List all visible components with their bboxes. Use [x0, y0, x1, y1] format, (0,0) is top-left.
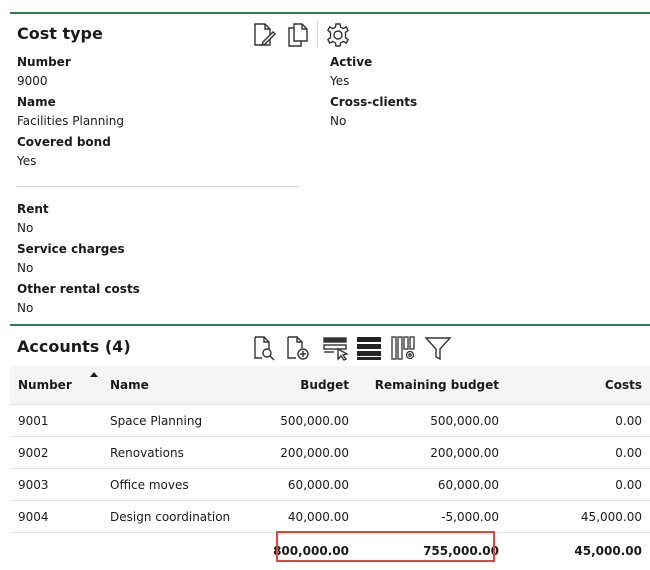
accounts-title: Accounts (4) — [17, 337, 131, 356]
account-remaining-budget: -5,000.00 — [357, 500, 507, 533]
highlight-rows-icon[interactable] — [322, 335, 350, 361]
account-name: Renovations — [102, 436, 252, 469]
rent-value: No — [17, 221, 34, 235]
section-top-border — [10, 12, 650, 14]
fields-divider — [17, 186, 298, 187]
rows-icon[interactable] — [355, 335, 383, 361]
accounts-top-border — [10, 324, 650, 326]
account-budget: 500,000.00 — [252, 404, 357, 437]
totals-empty-cell — [102, 533, 252, 570]
account-budget: 40,000.00 — [252, 500, 357, 533]
account-name: Space Planning — [102, 404, 252, 437]
column-header-name[interactable]: Name — [102, 366, 252, 405]
total-budget: 800,000.00 — [273, 544, 349, 558]
table-row[interactable]: 9004 Design coordination 40,000.00 -5,00… — [10, 500, 650, 533]
account-remaining-budget: 60,000.00 — [357, 468, 507, 501]
toolbar-separator — [317, 20, 318, 48]
cross-clients-label: Cross-clients — [330, 95, 418, 109]
add-document-icon[interactable] — [285, 335, 311, 361]
copy-document-icon[interactable] — [286, 22, 310, 48]
name-label: Name — [17, 95, 56, 109]
account-number: 9004 — [10, 500, 102, 533]
service-charges-value: No — [17, 261, 34, 275]
active-value: Yes — [330, 74, 350, 88]
other-rental-costs-label: Other rental costs — [17, 282, 140, 296]
account-budget: 60,000.00 — [252, 468, 357, 501]
account-number: 9002 — [10, 436, 102, 469]
account-name: Office moves — [102, 468, 252, 501]
account-costs: 0.00 — [507, 468, 650, 501]
search-document-icon[interactable] — [252, 335, 276, 361]
account-name: Design coordination — [102, 500, 252, 533]
accounts-table: Number Name Budget Remaining budget Cost… — [10, 366, 650, 569]
table-row[interactable]: 9003 Office moves 60,000.00 60,000.00 0.… — [10, 468, 650, 501]
columns-settings-icon[interactable] — [390, 335, 418, 361]
filter-icon[interactable] — [424, 335, 452, 361]
column-header-number[interactable]: Number — [10, 366, 102, 405]
account-number: 9003 — [10, 468, 102, 501]
table-row[interactable]: 9001 Space Planning 500,000.00 500,000.0… — [10, 404, 650, 437]
covered-bond-value: Yes — [17, 154, 37, 168]
total-remaining-budget: 755,000.00 — [423, 544, 499, 558]
column-header-remaining-budget[interactable]: Remaining budget — [357, 366, 507, 405]
name-value: Facilities Planning — [17, 114, 124, 128]
edit-document-icon[interactable] — [251, 22, 277, 48]
column-header-budget[interactable]: Budget — [252, 366, 357, 405]
rent-label: Rent — [17, 202, 49, 216]
number-label: Number — [17, 55, 71, 69]
column-header-costs[interactable]: Costs — [507, 366, 650, 405]
account-remaining-budget: 200,000.00 — [357, 436, 507, 469]
account-costs: 45,000.00 — [507, 500, 650, 533]
covered-bond-label: Covered bond — [17, 135, 111, 149]
other-rental-costs-value: No — [17, 301, 34, 315]
totals-row: 800,000.00 755,000.00 45,000.00 — [10, 533, 650, 570]
account-remaining-budget: 500,000.00 — [357, 404, 507, 437]
service-charges-label: Service charges — [17, 242, 125, 256]
gear-icon[interactable] — [325, 22, 351, 48]
active-label: Active — [330, 55, 373, 69]
total-costs: 45,000.00 — [574, 544, 642, 558]
account-budget: 200,000.00 — [252, 436, 357, 469]
cost-type-title: Cost type — [17, 24, 103, 43]
sort-ascending-icon — [90, 372, 98, 377]
account-costs: 0.00 — [507, 436, 650, 469]
table-row[interactable]: 9002 Renovations 200,000.00 200,000.00 0… — [10, 436, 650, 469]
table-header-row: Number Name Budget Remaining budget Cost… — [10, 366, 650, 405]
account-number: 9001 — [10, 404, 102, 437]
cross-clients-value: No — [330, 114, 347, 128]
column-header-number-label: Number — [18, 378, 72, 392]
account-costs: 0.00 — [507, 404, 650, 437]
totals-empty-cell — [10, 533, 102, 570]
number-value: 9000 — [17, 74, 48, 88]
